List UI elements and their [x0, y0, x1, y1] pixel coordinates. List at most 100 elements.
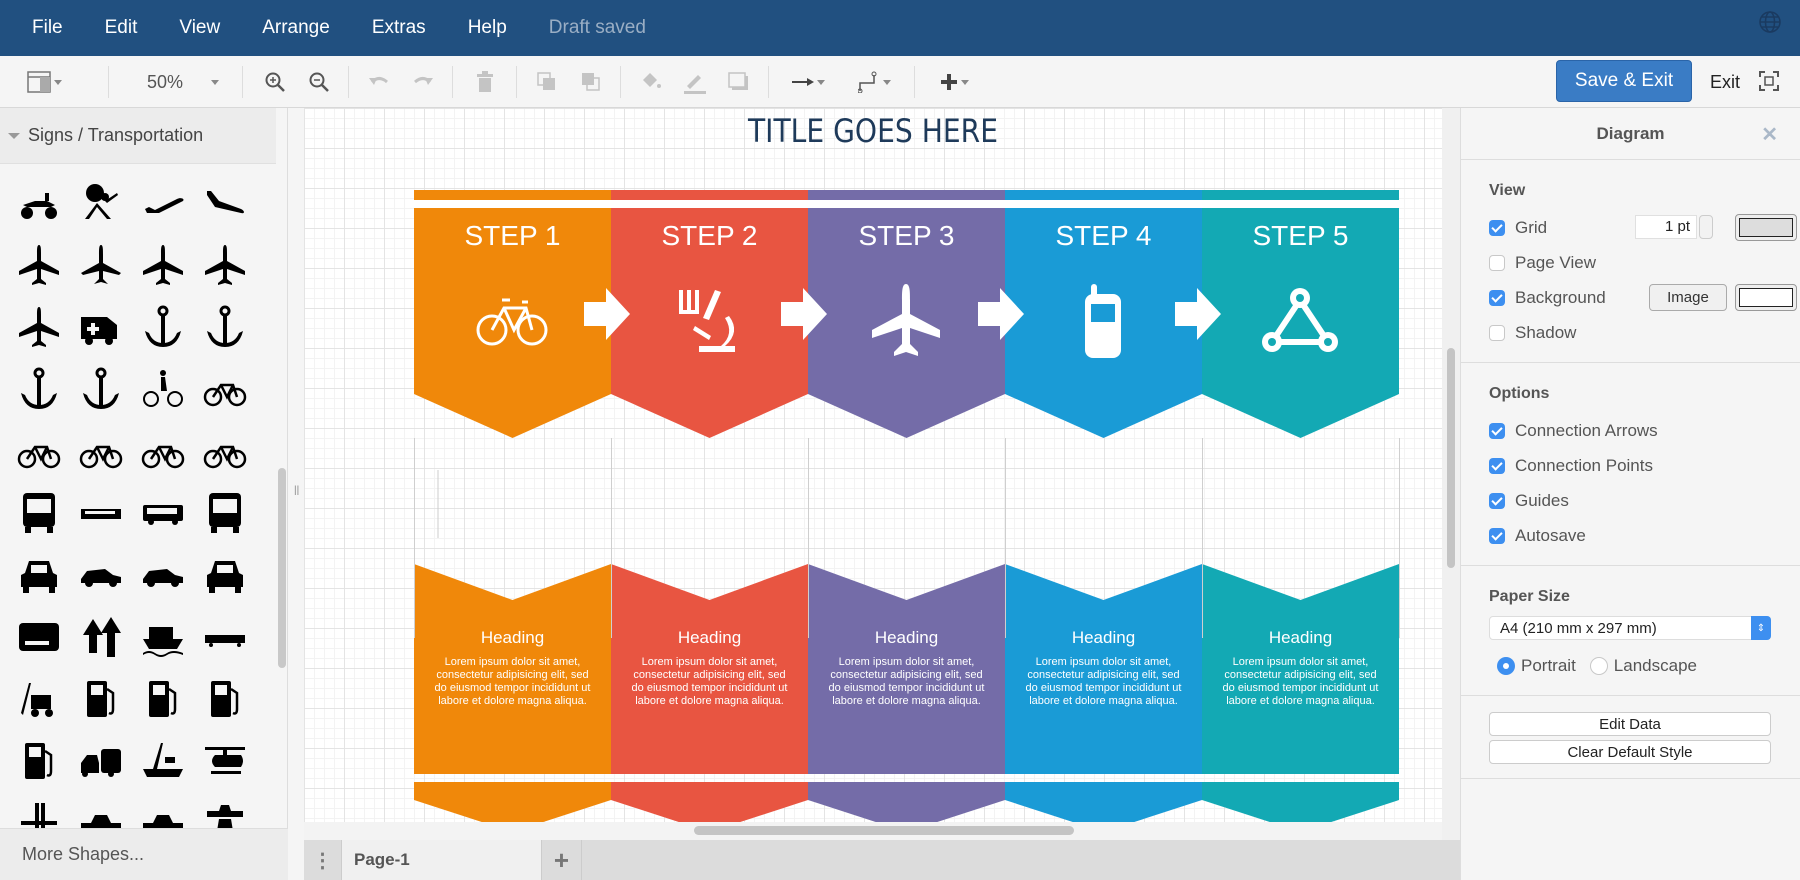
guides-checkbox[interactable]: [1489, 492, 1505, 509]
shape-item[interactable]: [70, 792, 132, 832]
shape-item[interactable]: [194, 792, 256, 832]
menu-help[interactable]: Help: [468, 17, 507, 39]
menu-view[interactable]: View: [179, 17, 220, 39]
shape-item[interactable]: [70, 544, 132, 606]
format-panel-toggle[interactable]: [24, 66, 64, 98]
shape-item[interactable]: [70, 606, 132, 668]
page-tab[interactable]: Page-1: [342, 840, 542, 880]
shape-item[interactable]: [70, 234, 132, 296]
shape-item[interactable]: [70, 358, 132, 420]
portrait-radio[interactable]: [1497, 656, 1515, 675]
shape-item[interactable]: [194, 172, 256, 234]
shape-item[interactable]: [8, 296, 70, 358]
autosave-option[interactable]: Autosave: [1489, 518, 1800, 553]
fill-color-button[interactable]: [636, 66, 666, 98]
sidebar-scrollbar[interactable]: [278, 468, 286, 668]
shape-item[interactable]: [8, 234, 70, 296]
shape-item[interactable]: [8, 172, 70, 234]
shape-item[interactable]: [132, 296, 194, 358]
shape-item[interactable]: [194, 668, 256, 730]
shape-item[interactable]: [8, 730, 70, 792]
shape-item[interactable]: [132, 668, 194, 730]
to-back-button[interactable]: [576, 66, 606, 98]
sidebar-resize-handle[interactable]: ||: [294, 485, 299, 496]
shape-item[interactable]: [194, 730, 256, 792]
grid-color-button[interactable]: [1735, 214, 1797, 241]
shape-item[interactable]: [70, 420, 132, 482]
zoom-out-button[interactable]: [304, 66, 334, 98]
shape-item[interactable]: [132, 544, 194, 606]
paper-size-select[interactable]: A4 (210 mm x 297 mm) ⇕: [1489, 616, 1771, 640]
autosave-checkbox[interactable]: [1489, 527, 1505, 544]
shape-item[interactable]: [70, 668, 132, 730]
globe-icon[interactable]: [1758, 10, 1782, 34]
shadow-button[interactable]: [724, 66, 754, 98]
background-image-button[interactable]: Image: [1649, 284, 1727, 311]
menu-arrange[interactable]: Arrange: [262, 17, 330, 39]
add-page-button[interactable]: +: [542, 840, 582, 880]
background-checkbox[interactable]: [1489, 289, 1505, 306]
shape-item[interactable]: [132, 606, 194, 668]
close-icon[interactable]: ✕: [1761, 122, 1778, 147]
menu-extras[interactable]: Extras: [372, 17, 426, 39]
shape-item[interactable]: [70, 296, 132, 358]
shape-item[interactable]: [8, 544, 70, 606]
shape-item[interactable]: [70, 172, 132, 234]
connection-arrows-checkbox[interactable]: [1489, 422, 1505, 439]
connection-points-checkbox[interactable]: [1489, 457, 1505, 474]
insert-button[interactable]: [934, 66, 974, 98]
grid-size-stepper[interactable]: [1699, 215, 1713, 239]
fullscreen-icon[interactable]: [1758, 70, 1780, 92]
shape-item[interactable]: [8, 482, 70, 544]
shape-item[interactable]: [194, 482, 256, 544]
shape-item[interactable]: [132, 420, 194, 482]
grid-option[interactable]: Grid 1 pt: [1489, 210, 1800, 245]
redo-button[interactable]: [408, 66, 438, 98]
shape-item[interactable]: [70, 730, 132, 792]
shape-item[interactable]: [194, 544, 256, 606]
landscape-radio[interactable]: [1589, 656, 1608, 675]
shape-item[interactable]: [132, 792, 194, 832]
shape-item[interactable]: [132, 482, 194, 544]
guides-option[interactable]: Guides: [1489, 483, 1800, 518]
page-view-option[interactable]: Page View: [1489, 245, 1800, 280]
vertical-scroll-thumb[interactable]: [1447, 348, 1455, 568]
vertical-scrollbar[interactable]: [1442, 108, 1460, 840]
grid-size-input[interactable]: 1 pt: [1635, 215, 1697, 239]
more-shapes-button[interactable]: More Shapes...: [0, 828, 288, 880]
clear-default-style-button[interactable]: Clear Default Style: [1489, 740, 1771, 764]
waypoints-button[interactable]: [852, 66, 896, 98]
connection-arrows-option[interactable]: Connection Arrows: [1489, 413, 1800, 448]
shape-item[interactable]: [8, 420, 70, 482]
zoom-dropdown[interactable]: 50%: [138, 66, 228, 98]
shape-item[interactable]: [70, 482, 132, 544]
page-menu-button[interactable]: ⋮: [304, 840, 342, 880]
shape-item[interactable]: [132, 172, 194, 234]
background-option[interactable]: Background Image: [1489, 280, 1800, 315]
exit-button[interactable]: Exit: [1710, 72, 1740, 93]
shape-item[interactable]: [194, 606, 256, 668]
shape-item[interactable]: [8, 358, 70, 420]
grid-checkbox[interactable]: [1489, 219, 1505, 236]
shape-item[interactable]: [8, 792, 70, 832]
delete-button[interactable]: [470, 66, 500, 98]
background-color-button[interactable]: [1735, 284, 1797, 311]
undo-button[interactable]: [364, 66, 394, 98]
shape-item[interactable]: [194, 420, 256, 482]
save-and-exit-button[interactable]: Save & Exit: [1556, 60, 1692, 102]
diagram-canvas[interactable]: TITLE GOES HERE STEP 1 Heading Lorem ipsum…: [304, 108, 1442, 822]
shape-item[interactable]: [132, 358, 194, 420]
shape-item[interactable]: [194, 358, 256, 420]
menu-edit[interactable]: Edit: [105, 17, 138, 39]
diagram-title[interactable]: TITLE GOES HERE: [372, 112, 1373, 150]
shape-item[interactable]: [8, 668, 70, 730]
horizontal-scrollbar[interactable]: [304, 822, 1442, 840]
connection-style-button[interactable]: [786, 66, 830, 98]
shape-item[interactable]: [132, 730, 194, 792]
shape-item[interactable]: [194, 296, 256, 358]
zoom-in-button[interactable]: [260, 66, 290, 98]
to-front-button[interactable]: [532, 66, 562, 98]
shape-item[interactable]: [132, 234, 194, 296]
line-color-button[interactable]: [680, 66, 710, 98]
connection-points-option[interactable]: Connection Points: [1489, 448, 1800, 483]
